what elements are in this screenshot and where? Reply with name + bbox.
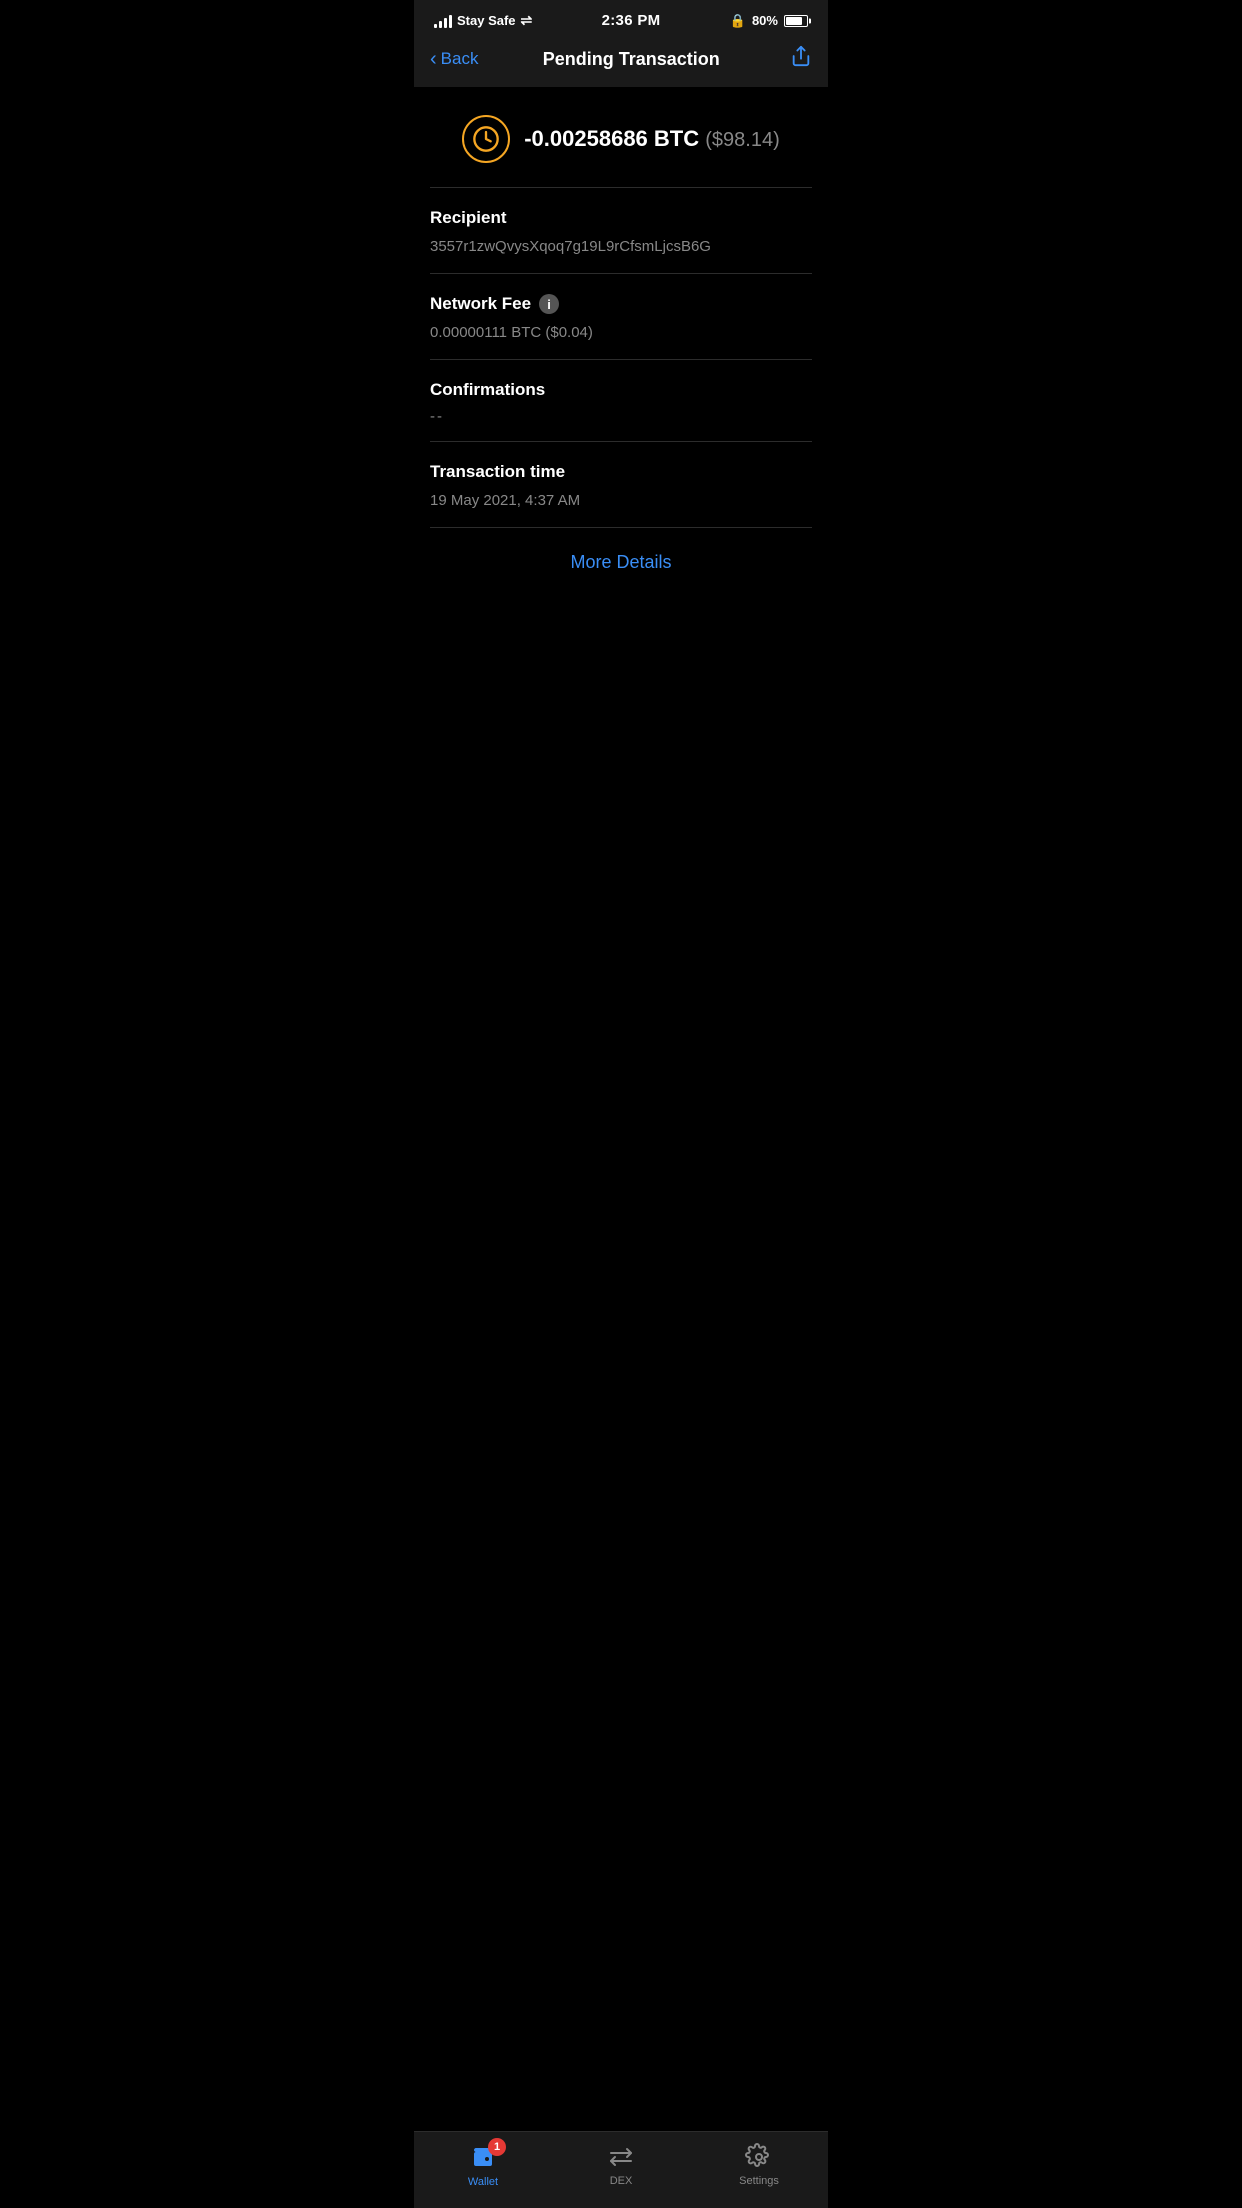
status-time: 2:36 PM [602, 12, 661, 29]
confirmations-value: -- [430, 408, 812, 425]
battery-percent: 80% [752, 13, 778, 28]
back-label: Back [441, 49, 479, 69]
signal-icon [434, 14, 452, 28]
battery-icon [784, 15, 808, 27]
notification-badge: 1 [488, 2138, 506, 2156]
network-fee-section: Network Fee i 0.00000111 BTC ($0.04) [414, 274, 828, 359]
transaction-header: -0.00258686 BTC ($98.14) [414, 87, 828, 187]
pending-clock-icon [462, 115, 510, 163]
network-fee-value: 0.00000111 BTC ($0.04) [430, 322, 812, 343]
share-icon [790, 45, 812, 67]
tab-bar: 1 Wallet DEX Settings [414, 2131, 828, 2208]
tab-dex[interactable]: DEX [581, 2143, 661, 2187]
tab-wallet[interactable]: 1 Wallet [443, 2142, 523, 2188]
nav-bar: ‹ Back Pending Transaction [414, 35, 828, 87]
transaction-time-value: 19 May 2021, 4:37 AM [430, 490, 812, 511]
wallet-tab-label: Wallet [468, 2176, 498, 2188]
dex-tab-label: DEX [610, 2175, 633, 2187]
confirmations-section: Confirmations -- [414, 360, 828, 441]
network-fee-info-icon[interactable]: i [539, 294, 559, 314]
wifi-icon: ⇌ [521, 12, 533, 29]
share-button[interactable] [784, 45, 812, 73]
recipient-address: 3557r1zwQvysXqoq7g19L9rCfsmLjcsB6G [430, 236, 812, 257]
transaction-amount: -0.00258686 BTC ($98.14) [524, 126, 780, 151]
settings-tab-label: Settings [739, 2175, 779, 2187]
settings-icon-wrapper [745, 2143, 773, 2171]
back-chevron-icon: ‹ [430, 49, 437, 69]
page-title: Pending Transaction [543, 49, 720, 70]
network-fee-label: Network Fee i [430, 294, 812, 314]
confirmations-label: Confirmations [430, 380, 812, 400]
dex-icon [607, 2143, 635, 2171]
transaction-fiat: ($98.14) [705, 129, 780, 151]
transaction-time-section: Transaction time 19 May 2021, 4:37 AM [414, 442, 828, 527]
more-details-section: More Details [414, 528, 828, 597]
transaction-amount-block: -0.00258686 BTC ($98.14) [524, 126, 780, 152]
transaction-time-label: Transaction time [430, 462, 812, 482]
recipient-section: Recipient 3557r1zwQvysXqoq7g19L9rCfsmLjc… [414, 188, 828, 273]
tab-settings[interactable]: Settings [719, 2143, 799, 2187]
back-button[interactable]: ‹ Back [430, 49, 478, 69]
lock-icon: 🔒 [730, 13, 746, 29]
wallet-icon-wrapper: 1 [468, 2142, 498, 2172]
status-left: Stay Safe ⇌ [434, 12, 532, 29]
recipient-label: Recipient [430, 208, 812, 228]
content-area: -0.00258686 BTC ($98.14) Recipient 3557r… [414, 87, 828, 677]
carrier-text: Stay Safe [457, 13, 516, 28]
more-details-button[interactable]: More Details [570, 552, 671, 573]
status-bar: Stay Safe ⇌ 2:36 PM 🔒 80% [414, 0, 828, 35]
dex-icon-wrapper [607, 2143, 635, 2171]
settings-gear-icon [745, 2143, 773, 2171]
status-right: 🔒 80% [730, 13, 808, 29]
